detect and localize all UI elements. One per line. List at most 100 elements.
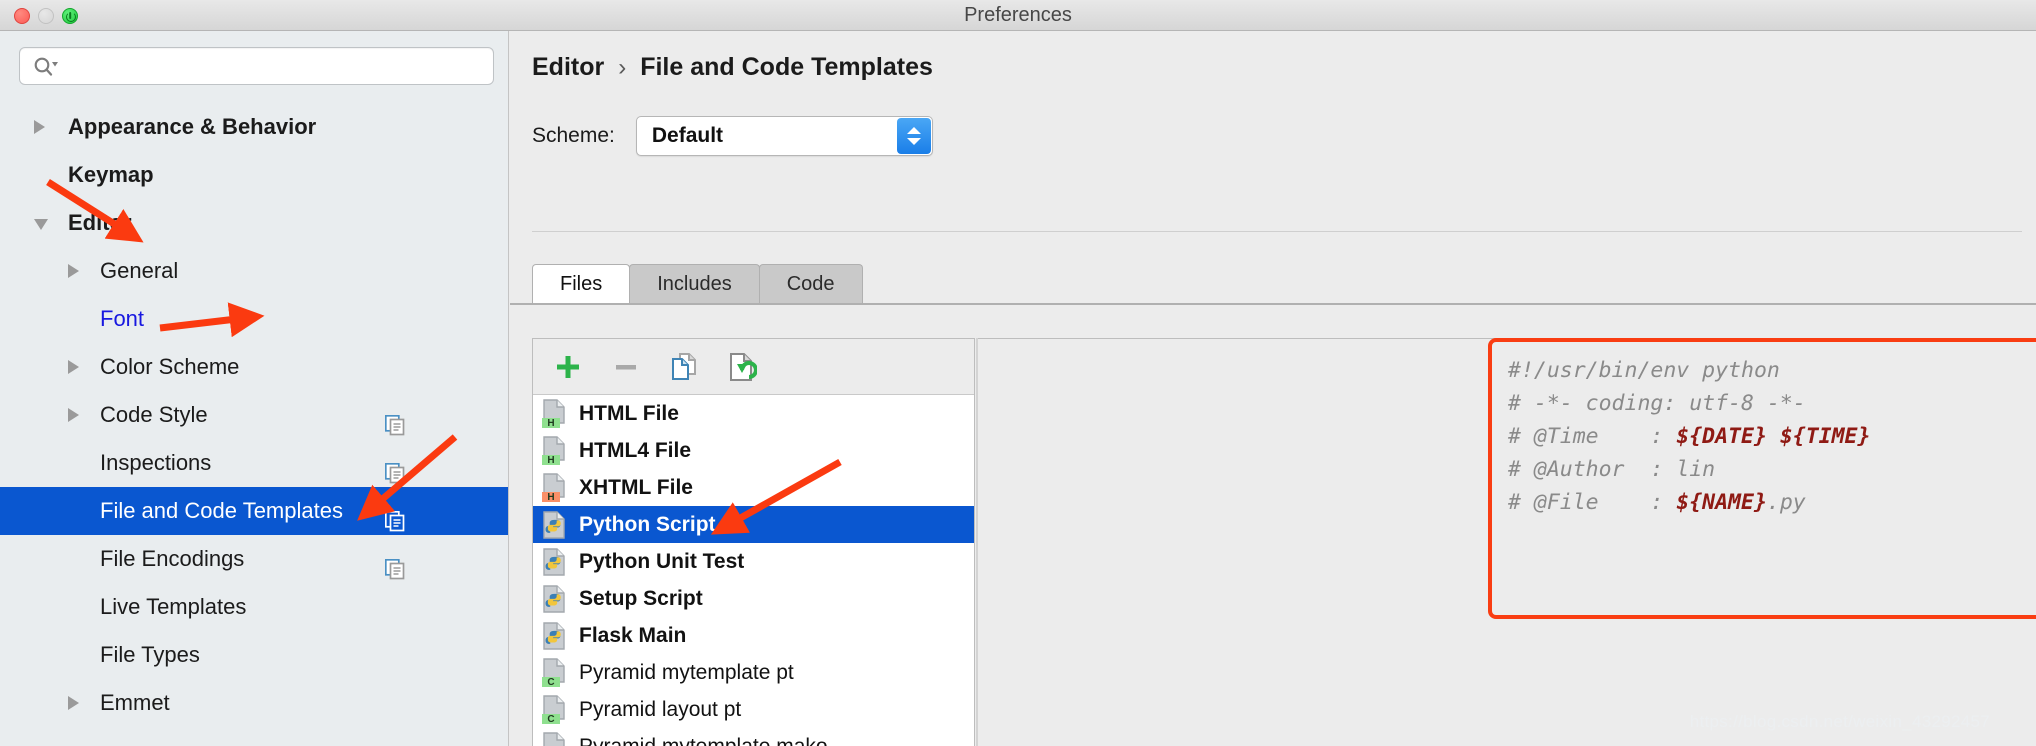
code-text: # @File :: [1508, 490, 1677, 515]
scheme-row: Scheme: Default: [532, 116, 933, 156]
svg-text:H: H: [547, 418, 554, 429]
chevron-right-icon[interactable]: [68, 264, 79, 278]
sidebar-item-inspections[interactable]: Inspections: [0, 439, 508, 487]
copy-settings-icon[interactable]: [384, 501, 407, 532]
section-divider: [532, 231, 2022, 232]
sidebar-item-label: Inspections: [100, 450, 212, 475]
svg-text:H: H: [547, 455, 554, 466]
scheme-selected-value: Default: [651, 124, 724, 147]
sidebar-item-file-types[interactable]: File Types: [0, 631, 508, 679]
chevron-down-icon[interactable]: [34, 219, 48, 230]
template-name: XHTML File: [579, 475, 693, 499]
svg-text:C: C: [547, 677, 554, 688]
tab-files[interactable]: Files: [532, 264, 631, 303]
python-file-icon: [541, 547, 568, 577]
template-list: H HTML File H HTML4 File H XHTML File Py…: [533, 395, 974, 746]
code-text: #!/usr/bin/env python: [1508, 358, 1780, 383]
code-text: # -*- coding: utf-8 -*-: [1508, 391, 1806, 416]
template-list-item[interactable]: C Pyramid mytemplate pt: [533, 654, 974, 691]
search-input[interactable]: [66, 48, 486, 84]
breadcrumb-leaf: File and Code Templates: [640, 53, 933, 81]
scheme-select[interactable]: Default: [635, 116, 933, 156]
template-list-item[interactable]: Flask Main: [533, 617, 974, 654]
sidebar-item-file-and-code-templates[interactable]: File and Code Templates: [0, 487, 508, 535]
remove-template-button[interactable]: [609, 350, 643, 384]
template-name: Pyramid layout pt: [579, 697, 742, 721]
reset-template-button[interactable]: [725, 350, 759, 384]
template-name: Flask Main: [579, 623, 687, 647]
settings-main-panel: Editor › File and Code Templates Scheme:…: [510, 31, 2036, 746]
scheme-stepper-icon[interactable]: [896, 118, 931, 154]
chevron-right-icon[interactable]: [68, 696, 79, 710]
template-list-item[interactable]: Python Unit Test: [533, 543, 974, 580]
copy-settings-icon[interactable]: [384, 453, 407, 484]
sidebar-item-label: Color Scheme: [100, 354, 240, 379]
window-title: Preferences: [964, 4, 1072, 26]
svg-text:C: C: [547, 714, 554, 725]
settings-tree: Appearance & Behavior Keymap Editor General…: [0, 103, 508, 727]
tab-includes[interactable]: Includes: [629, 264, 760, 303]
scheme-label: Scheme:: [532, 124, 615, 147]
html-file-icon: H: [541, 398, 568, 429]
chevron-right-icon[interactable]: [34, 120, 45, 134]
sidebar-item-label: Emmet: [100, 690, 170, 715]
template-list-item[interactable]: H HTML4 File: [533, 432, 974, 469]
sidebar-item-file-encodings[interactable]: File Encodings: [0, 535, 508, 583]
sidebar-item-label: Appearance & Behavior: [68, 114, 317, 139]
code-text: # @Author : lin: [1508, 457, 1716, 482]
template-list-toolbar: [533, 339, 974, 395]
settings-sidebar: Appearance & Behavior Keymap Editor General…: [0, 31, 509, 746]
chameleon-file-icon: C: [541, 657, 568, 688]
sidebar-item-color-scheme[interactable]: Color Scheme: [0, 343, 508, 391]
code-text: # @Time :: [1508, 424, 1677, 449]
chevron-right-icon[interactable]: [68, 360, 79, 374]
sidebar-item-label: Font: [100, 306, 145, 331]
sidebar-item-label: File and Code Templates: [100, 498, 343, 523]
sidebar-search[interactable]: [19, 47, 494, 85]
template-name: HTML4 File: [579, 438, 692, 462]
sidebar-item-code-style[interactable]: Code Style: [0, 391, 508, 439]
code-line: # @File : ${NAME}.py: [1508, 486, 2036, 519]
copy-settings-icon[interactable]: [384, 549, 407, 580]
template-list-item[interactable]: H XHTML File: [533, 469, 974, 506]
template-list-item[interactable]: Python Script: [533, 506, 974, 543]
tab-code[interactable]: Code: [758, 264, 863, 303]
svg-text:H: H: [547, 492, 554, 503]
template-code-editor[interactable]: #!/usr/bin/env python # -*- coding: utf-8…: [1490, 338, 2036, 618]
template-name: Python Script: [579, 512, 716, 536]
sidebar-item-keymap[interactable]: Keymap: [0, 151, 508, 199]
template-list-item[interactable]: H HTML File: [533, 395, 974, 432]
template-name: Pyramid mytemplate pt: [579, 660, 794, 684]
code-line: # @Time : ${DATE} ${TIME}: [1508, 420, 2036, 453]
copy-template-button[interactable]: [667, 350, 701, 384]
template-name: Setup Script: [579, 586, 703, 610]
breadcrumb-root[interactable]: Editor: [532, 53, 604, 82]
code-text: .py: [1766, 490, 1806, 515]
sidebar-item-appearance-behavior[interactable]: Appearance & Behavior: [0, 103, 508, 151]
sidebar-item-live-templates[interactable]: Live Templates: [0, 583, 508, 631]
window-titlebar: Preferences: [0, 0, 2036, 31]
sidebar-item-label: File Encodings: [100, 546, 245, 571]
sidebar-item-general[interactable]: General: [0, 247, 508, 295]
sidebar-item-emmet[interactable]: Emmet: [0, 679, 508, 727]
search-box[interactable]: [19, 47, 494, 85]
python-file-icon: [541, 584, 568, 614]
preferences-window: Preferences Appearance & Behavior Keymap E…: [0, 0, 2036, 746]
code-line: # -*- coding: utf-8 -*-: [1508, 387, 2036, 420]
sidebar-item-editor[interactable]: Editor: [0, 199, 508, 247]
template-name: Pyramid mytemplate mako: [579, 734, 828, 746]
list-editor-splitter[interactable]: [976, 338, 978, 746]
mako-file-icon: M: [541, 731, 568, 746]
template-name: HTML File: [579, 401, 679, 425]
sidebar-item-label: File Types: [100, 642, 200, 667]
breadcrumb: Editor › File and Code Templates: [532, 53, 933, 82]
chevron-right-icon[interactable]: [68, 408, 79, 422]
python-file-icon: [541, 621, 568, 651]
copy-settings-icon[interactable]: [384, 405, 407, 436]
template-list-item[interactable]: C Pyramid layout pt: [533, 691, 974, 728]
template-list-item[interactable]: Setup Script: [533, 580, 974, 617]
add-template-button[interactable]: [551, 350, 585, 384]
sidebar-item-font[interactable]: Font: [0, 295, 508, 343]
python-file-icon: [541, 510, 568, 540]
template-list-item[interactable]: M Pyramid mytemplate mako: [533, 728, 974, 746]
